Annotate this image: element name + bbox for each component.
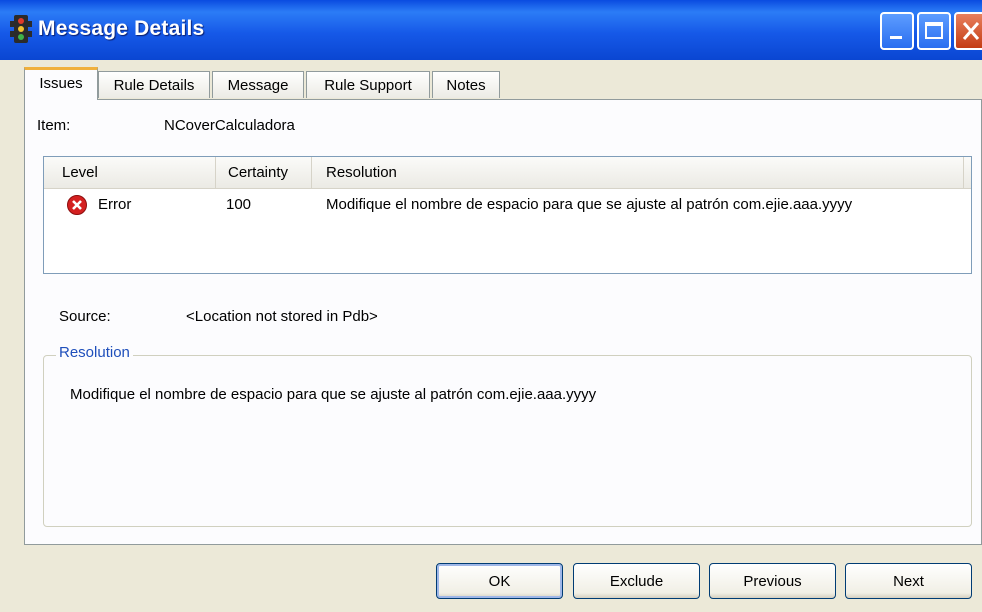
tab-rule-support[interactable]: Rule Support	[306, 71, 430, 98]
tab-rule-details[interactable]: Rule Details	[98, 71, 210, 98]
title-bar[interactable]: Message Details	[0, 0, 982, 60]
tab-rule-support-label: Rule Support	[324, 77, 412, 94]
error-icon	[67, 195, 87, 215]
maximize-button[interactable]	[917, 12, 951, 50]
tab-rule-details-label: Rule Details	[113, 77, 195, 94]
tab-issues[interactable]: Issues	[24, 67, 98, 100]
tab-message[interactable]: Message	[212, 71, 304, 98]
tab-notes-label: Notes	[446, 77, 486, 94]
column-certainty-label: Certainty	[228, 164, 289, 181]
table-row[interactable]: Error 100 Modifique el nombre de espacio…	[44, 190, 971, 220]
item-label: Item:	[37, 117, 71, 134]
app-icon	[10, 15, 32, 43]
ok-button[interactable]: OK	[436, 563, 563, 599]
source-label: Source:	[59, 308, 111, 325]
column-header-certainty[interactable]: Certainty	[216, 157, 312, 188]
close-button[interactable]	[954, 12, 982, 50]
exclude-button[interactable]: Exclude	[573, 563, 700, 599]
item-value: NCoverCalculadora	[164, 117, 295, 134]
column-header-level[interactable]: Level	[58, 157, 216, 188]
issues-list[interactable]: Level Certainty Resolution Error 100 Mod…	[43, 156, 972, 274]
column-resolution-label: Resolution	[326, 164, 397, 181]
resolution-text: Modifique el nombre de espacio para que …	[70, 386, 597, 403]
row-level: Error	[98, 196, 132, 213]
close-icon	[962, 22, 980, 40]
maximize-icon	[925, 22, 943, 39]
tab-notes[interactable]: Notes	[432, 71, 500, 98]
column-level-label: Level	[62, 164, 98, 181]
row-resolution: Modifique el nombre de espacio para que …	[326, 196, 853, 213]
tab-message-label: Message	[227, 77, 289, 94]
column-header-resolution[interactable]: Resolution	[312, 157, 964, 188]
tab-issues-label: Issues	[39, 75, 83, 92]
next-button[interactable]: Next	[845, 563, 972, 599]
message-details-window: Message Details Issues Rule Details Mess…	[0, 0, 982, 612]
minimize-icon	[890, 36, 902, 39]
source-value: <Location not stored in Pdb>	[186, 308, 378, 325]
resolution-groupbox	[43, 355, 972, 527]
window-title: Message Details	[38, 17, 205, 40]
previous-button[interactable]: Previous	[709, 563, 836, 599]
row-certainty: 100	[226, 196, 252, 213]
minimize-button[interactable]	[880, 12, 914, 50]
resolution-group-title: Resolution	[56, 344, 133, 361]
list-header: Level Certainty Resolution	[44, 157, 971, 189]
